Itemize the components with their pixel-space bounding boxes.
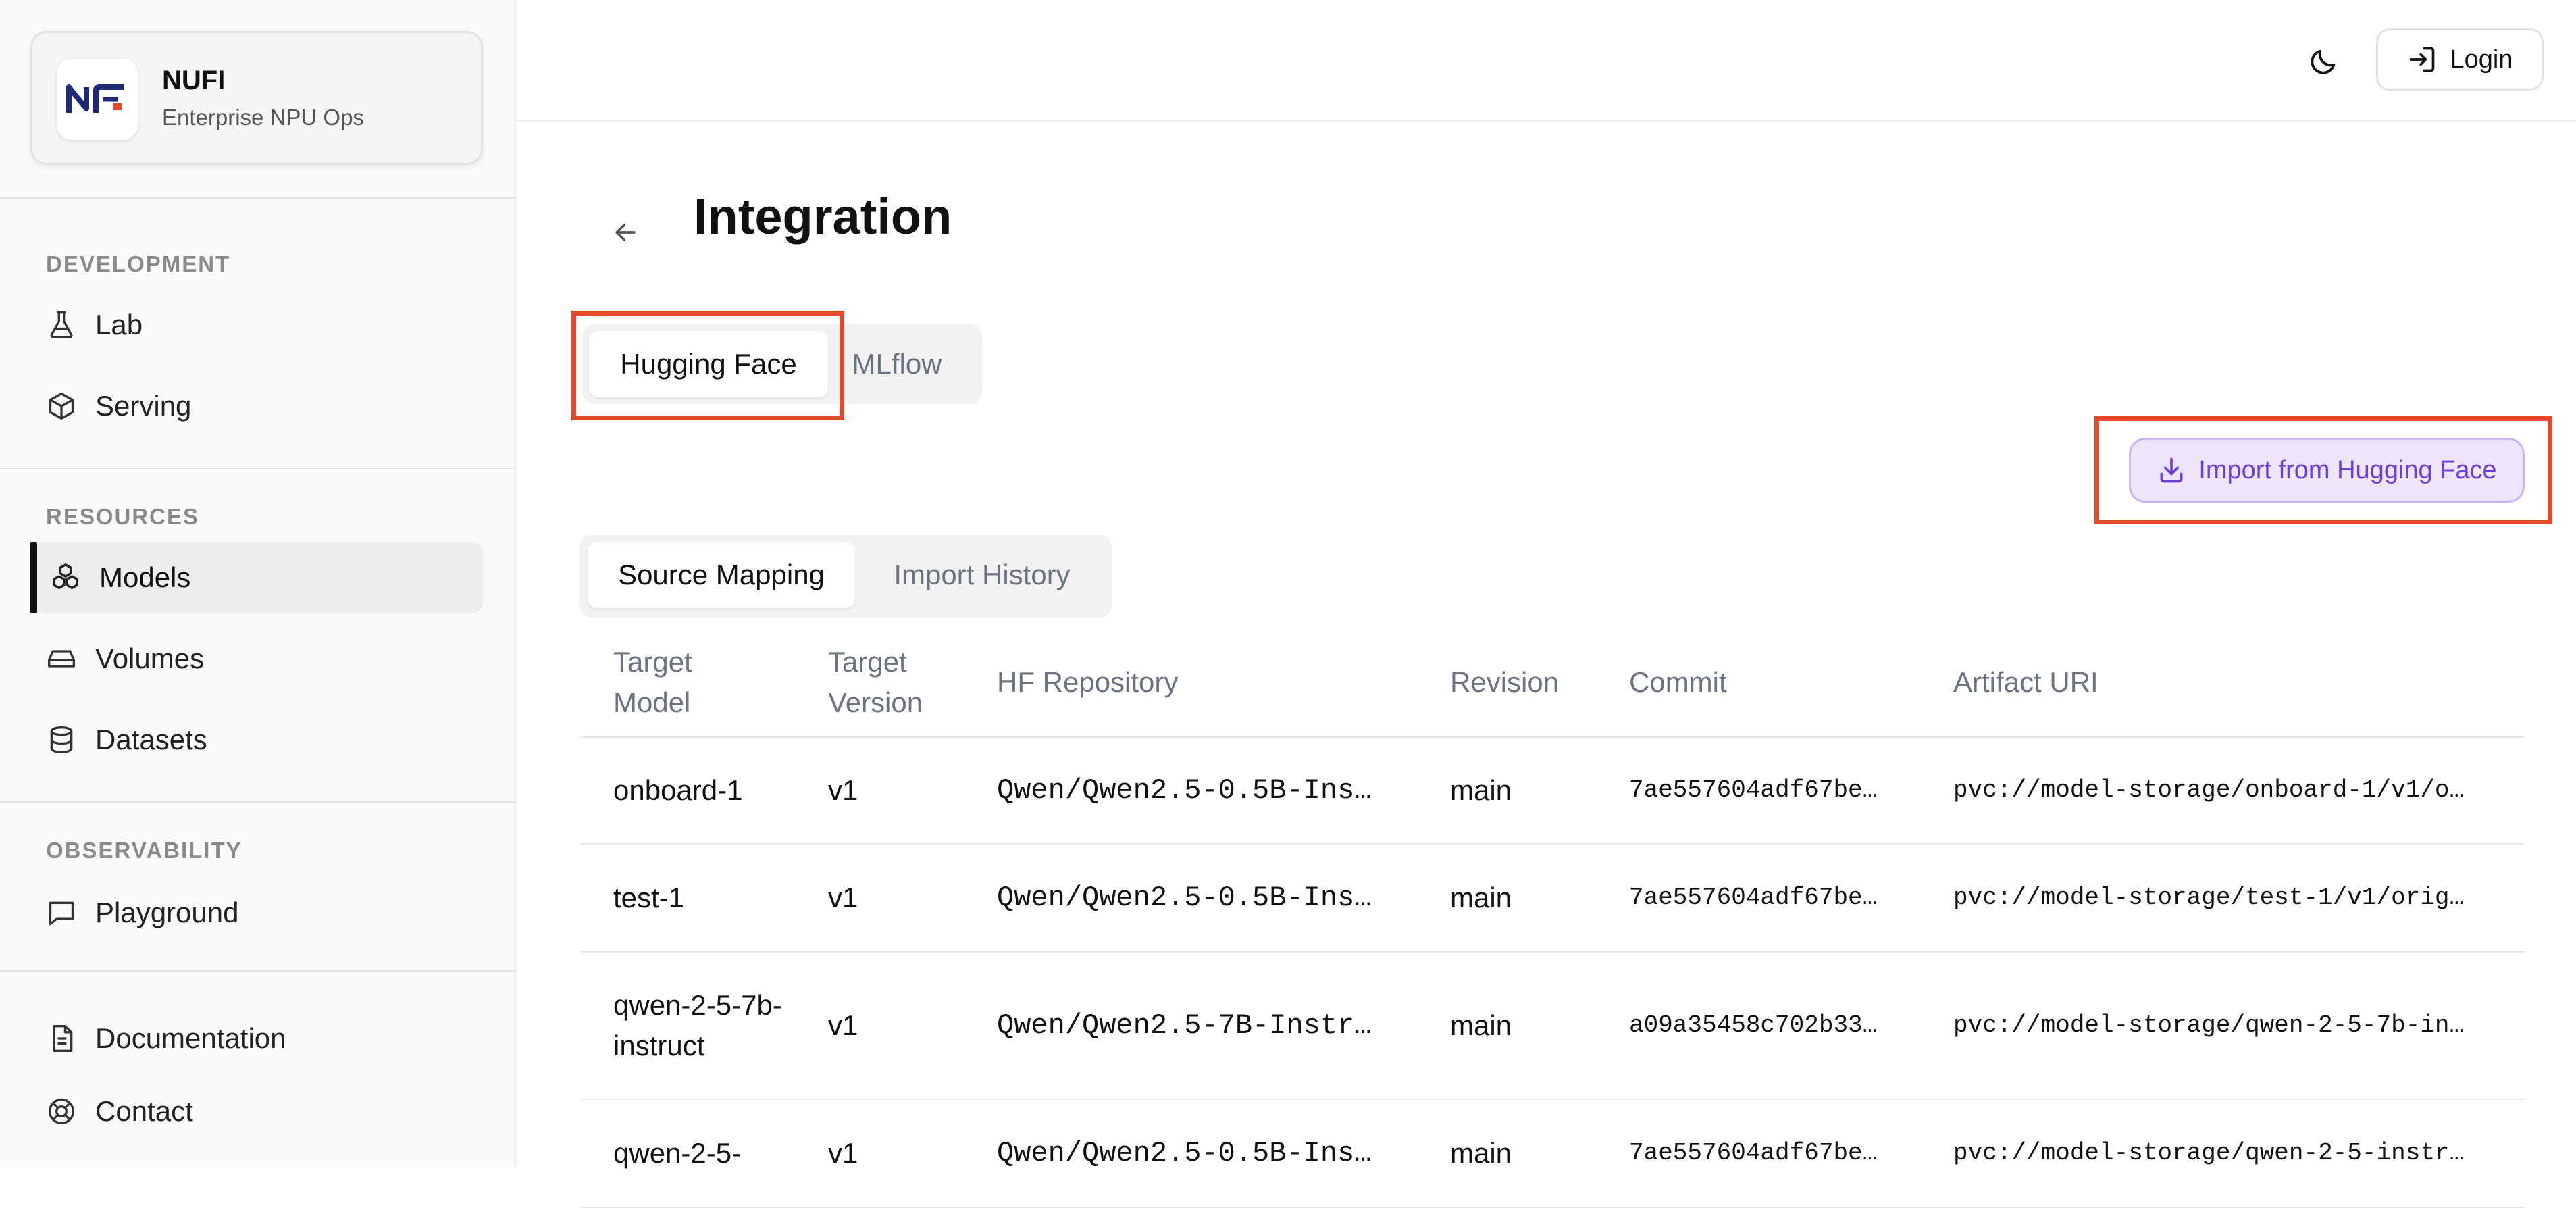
- flask-icon: [45, 309, 78, 341]
- cell-commit: 7ae557604adf67be…: [1597, 1099, 1921, 1208]
- sidebar-item-label: Contact: [95, 1095, 193, 1127]
- column-header-hf-repository: HF Repository: [964, 628, 1418, 738]
- sidebar-item-label: Serving: [95, 390, 192, 422]
- cell-revision: main: [1418, 1099, 1597, 1208]
- models-icon: [49, 561, 82, 594]
- table-header-row: Target Model Target Version HF Repositor…: [581, 628, 2525, 738]
- top-bar: [516, 0, 2576, 122]
- sidebar-item-datasets[interactable]: Datasets: [30, 704, 483, 776]
- brand-name: NUFI: [162, 66, 226, 95]
- sidebar-item-label: Playground: [95, 897, 239, 928]
- tab-mlflow[interactable]: MLflow: [831, 331, 963, 397]
- cell-target-model: qwen-2-5-: [581, 1099, 796, 1208]
- drive-icon: [45, 643, 78, 675]
- sidebar-item-label: Documentation: [95, 1022, 286, 1054]
- document-icon: [45, 1022, 78, 1055]
- column-header-target-version: Target Version: [796, 628, 964, 738]
- column-header-artifact-uri: Artifact URI: [1921, 628, 2525, 738]
- cell-commit: a09a35458c702b33…: [1597, 952, 1921, 1100]
- cell-hf-repository: Qwen/Qwen2.5-0.5B-Ins…: [964, 1099, 1418, 1208]
- sidebar-item-models[interactable]: Models: [30, 542, 483, 613]
- cell-commit: 7ae557604adf67be…: [1597, 737, 1921, 845]
- sidebar-item-label: Volumes: [95, 643, 205, 674]
- divider: [0, 970, 516, 972]
- cell-target-model: test-1: [581, 844, 796, 953]
- login-label: Login: [2450, 45, 2513, 74]
- divider: [0, 468, 516, 469]
- cell-artifact-uri: pvc://model-storage/onboard-1/v1/o…: [1921, 737, 2525, 845]
- section-label-development: DEVELOPMENT: [46, 251, 231, 276]
- active-indicator: [30, 542, 37, 613]
- cell-target-version: v1: [796, 737, 964, 845]
- brand-subtitle: Enterprise NPU Ops: [162, 105, 364, 130]
- column-header-target-model: Target Model: [581, 628, 796, 738]
- table-row[interactable]: test-1 v1 Qwen/Qwen2.5-0.5B-Ins… main 7a…: [581, 844, 2525, 953]
- tab-hugging-face[interactable]: Hugging Face: [589, 331, 828, 397]
- section-label-resources: RESOURCES: [46, 504, 200, 529]
- chat-icon: [45, 897, 78, 929]
- table-row[interactable]: qwen-2-5- v1 Qwen/Qwen2.5-0.5B-Ins… main…: [581, 1099, 2525, 1208]
- cell-revision: main: [1418, 844, 1597, 953]
- mapping-subtabs: Source Mapping Import History: [579, 535, 1112, 618]
- import-from-hugging-face-button[interactable]: Import from Hugging Face: [2129, 438, 2525, 503]
- arrow-left-icon: [611, 218, 640, 247]
- source-mapping-table: Target Model Target Version HF Repositor…: [581, 628, 2525, 1208]
- login-button[interactable]: Login: [2376, 28, 2544, 91]
- sidebar-item-label: Lab: [95, 309, 143, 341]
- cube-icon: [45, 390, 78, 422]
- cell-target-model: qwen-2-5-7b-instruct: [581, 952, 796, 1100]
- lifebuoy-icon: [45, 1095, 78, 1128]
- divider: [0, 801, 516, 803]
- brand-card[interactable]: NUFI Enterprise NPU Ops: [30, 31, 483, 165]
- table-row[interactable]: qwen-2-5-7b-instruct v1 Qwen/Qwen2.5-7B-…: [581, 952, 2525, 1100]
- cell-hf-repository: Qwen/Qwen2.5-7B-Instr…: [964, 952, 1418, 1100]
- cell-target-version: v1: [796, 952, 964, 1100]
- integration-tabs: Hugging Face MLflow: [582, 324, 982, 404]
- cell-artifact-uri: pvc://model-storage/qwen-2-5-instr…: [1921, 1099, 2525, 1208]
- cell-artifact-uri: pvc://model-storage/test-1/v1/orig…: [1921, 844, 2525, 953]
- cell-hf-repository: Qwen/Qwen2.5-0.5B-Ins…: [964, 737, 1418, 845]
- sidebar-item-volumes[interactable]: Volumes: [30, 623, 483, 695]
- database-icon: [45, 724, 78, 756]
- cell-target-version: v1: [796, 1099, 964, 1208]
- cell-artifact-uri: pvc://model-storage/qwen-2-5-7b-in…: [1921, 952, 2525, 1100]
- table-row[interactable]: onboard-1 v1 Qwen/Qwen2.5-0.5B-Ins… main…: [581, 737, 2525, 845]
- cell-hf-repository: Qwen/Qwen2.5-0.5B-Ins…: [964, 844, 1418, 953]
- section-label-observability: OBSERVABILITY: [46, 838, 242, 863]
- cell-revision: main: [1418, 952, 1597, 1100]
- moon-icon: [2308, 46, 2339, 77]
- sidebar-item-documentation[interactable]: Documentation: [30, 1003, 483, 1074]
- sidebar-item-playground[interactable]: Playground: [30, 877, 483, 949]
- nufi-logo: [57, 59, 138, 140]
- sidebar-item-lab[interactable]: Lab: [30, 289, 483, 361]
- sidebar-item-serving[interactable]: Serving: [30, 370, 483, 442]
- back-button[interactable]: [607, 213, 644, 251]
- tab-import-history[interactable]: Import History: [859, 542, 1105, 608]
- column-header-commit: Commit: [1597, 628, 1921, 738]
- theme-toggle-button[interactable]: [2300, 38, 2347, 85]
- sidebar-item-contact[interactable]: Contact: [30, 1076, 483, 1147]
- cell-target-version: v1: [796, 844, 964, 953]
- import-button-label: Import from Hugging Face: [2198, 455, 2497, 484]
- cell-target-model: onboard-1: [581, 737, 796, 845]
- column-header-revision: Revision: [1418, 628, 1597, 738]
- page-title: Integration: [694, 188, 952, 245]
- download-icon: [2157, 455, 2186, 485]
- sidebar-item-label: Datasets: [95, 724, 207, 755]
- cell-commit: 7ae557604adf67be…: [1597, 844, 1921, 953]
- login-icon: [2407, 45, 2437, 74]
- sidebar-item-label: Models: [99, 561, 191, 593]
- tab-source-mapping[interactable]: Source Mapping: [588, 542, 855, 608]
- cell-revision: main: [1418, 737, 1597, 845]
- sidebar: NUFI Enterprise NPU Ops DEVELOPMENT Lab …: [0, 0, 516, 1167]
- divider: [0, 197, 516, 199]
